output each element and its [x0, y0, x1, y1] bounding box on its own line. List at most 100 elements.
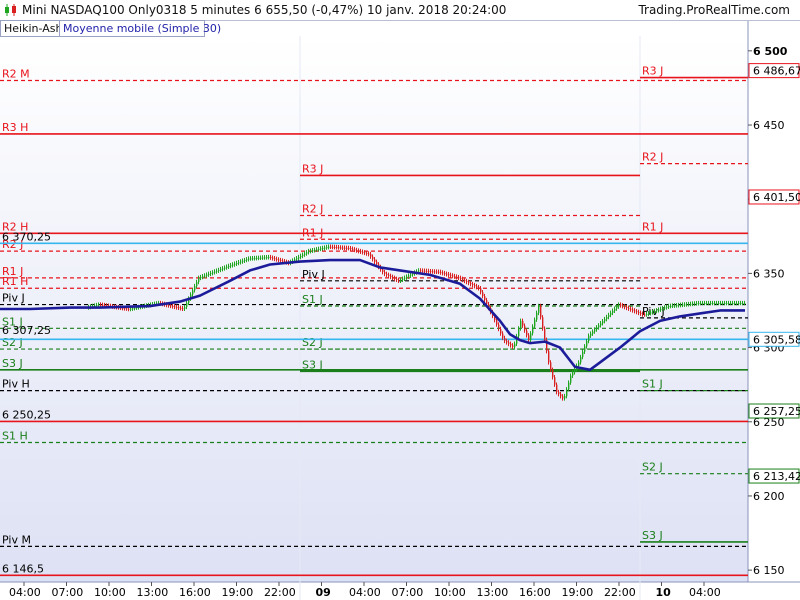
candle-body [376, 261, 378, 265]
candle-body [512, 345, 514, 347]
x-tick-label: 19:00 [222, 586, 254, 599]
candle-body [394, 277, 396, 279]
candle-body [588, 335, 590, 342]
instrument-title: Mini NASDAQ100 Only0318 5 minutes 6 655,… [22, 3, 507, 17]
candle-body [650, 312, 652, 314]
candle-body [554, 377, 556, 385]
candle-body [382, 269, 384, 273]
candle-body [314, 249, 316, 251]
candle-body [718, 303, 720, 305]
candle-body [608, 314, 610, 318]
candle-body [670, 305, 672, 307]
level-label: Piv J [642, 305, 665, 318]
candle-body [632, 309, 634, 311]
candle-body [550, 362, 552, 370]
candle-body [744, 303, 746, 305]
candle-body [614, 308, 616, 311]
price-tag-label: 6 257,25 [753, 405, 800, 418]
candle-body [618, 304, 620, 307]
inline-value-label: 6 370,25 [2, 230, 51, 243]
tab-moving-average[interactable]: Moyenne mobile (Simple 30) [59, 20, 221, 37]
candle-body [552, 369, 554, 378]
candle-body [704, 303, 706, 305]
candle-body [482, 292, 484, 297]
candle-body [740, 303, 742, 305]
candle-body [428, 271, 430, 273]
candle-body [580, 357, 582, 363]
candle-body [230, 265, 232, 267]
candle-body [720, 303, 722, 305]
candle-body [130, 308, 132, 310]
candle-body [182, 308, 184, 310]
candle-body [306, 252, 308, 254]
candle-body [252, 258, 254, 260]
candle-body [730, 303, 732, 305]
candle-body [464, 279, 466, 281]
tab-heikin-ashi[interactable]: Heikin-Ashi [0, 20, 66, 37]
candle-body [462, 278, 464, 280]
x-tick-label: 22:00 [264, 586, 296, 599]
level-label: S1 J [302, 293, 323, 306]
candle-body [620, 304, 622, 306]
candle-body [498, 324, 500, 330]
candle-body [208, 273, 210, 275]
candle-body [520, 320, 522, 329]
candle-body [342, 247, 344, 249]
candle-body [710, 303, 712, 305]
level-label: R2 J [642, 151, 663, 164]
candle-body [542, 317, 544, 329]
candle-body [278, 259, 280, 261]
candle-body [430, 271, 432, 273]
candle-body [722, 303, 724, 305]
candle-body [446, 273, 448, 275]
candle-body [660, 308, 662, 310]
candle-body [302, 254, 304, 256]
level-label: R1 J [302, 226, 323, 239]
candle-body [610, 312, 612, 315]
brand-label: Trading.ProRealTime.com [638, 3, 790, 17]
candle-body [372, 256, 374, 260]
candle-body [410, 274, 412, 276]
candle-body [238, 262, 240, 264]
candle-body [564, 396, 566, 399]
candle-body [264, 257, 266, 259]
candle-body [716, 303, 718, 305]
candle-body [170, 305, 172, 307]
candle-body [680, 304, 682, 306]
x-tick-label: 10:00 [434, 586, 466, 599]
candle-body [470, 283, 472, 285]
candle-body [328, 246, 330, 248]
candle-body [132, 308, 134, 310]
candle-body [366, 252, 368, 254]
candle-body [266, 257, 268, 259]
candle-body [696, 303, 698, 305]
candle-body [690, 303, 692, 305]
candle-body [524, 325, 526, 331]
candle-body [128, 308, 130, 310]
candle-body [280, 260, 282, 262]
candle-body [320, 248, 322, 250]
candle-body [570, 375, 572, 383]
x-tick-label: 13:00 [137, 586, 169, 599]
candle-body [192, 290, 194, 295]
candle-body [168, 304, 170, 306]
candle-body [244, 260, 246, 262]
x-tick-label: 16:00 [519, 586, 551, 599]
candle-body [334, 246, 336, 248]
candle-body [584, 346, 586, 352]
candle-body [562, 396, 564, 399]
candle-body [502, 333, 504, 338]
candle-body [600, 323, 602, 326]
candle-body [646, 313, 648, 315]
candle-body [234, 263, 236, 265]
candle-body [330, 246, 332, 248]
candle-body [634, 310, 636, 312]
candle-body [282, 260, 284, 262]
candle-body [678, 305, 680, 307]
candle-body [728, 303, 730, 305]
candle-body [322, 248, 324, 250]
price-chart[interactable]: R2 MR3 HR2 HR2 JR1 JR1 HPiv JS1 JS2 JS3 … [0, 0, 800, 600]
candle-body [392, 276, 394, 278]
candle-body [526, 330, 528, 336]
candle-body [186, 302, 188, 307]
